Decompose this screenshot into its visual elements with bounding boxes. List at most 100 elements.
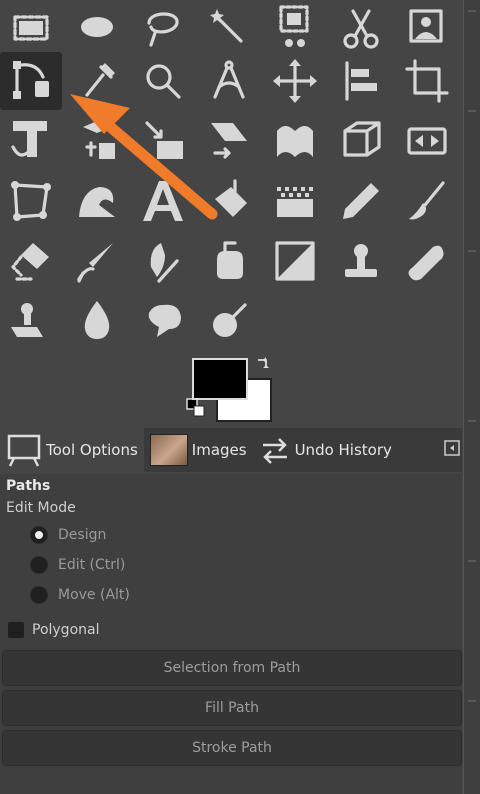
clone-icon [345,244,377,277]
radio-move[interactable]: Move (Alt) [30,586,130,604]
dock-side-strip [463,0,480,794]
fuzzy-select-tool[interactable] [198,0,260,58]
warp-transform-tool[interactable] [264,112,326,170]
polygonal-checkbox[interactable]: Polygonal [8,622,99,638]
undo-history-icon [262,438,287,464]
color-picker-tool[interactable] [66,52,128,110]
flip-icon [407,127,447,155]
polygonal-label: Polygonal [32,622,100,638]
mypaint-brush-icon [217,241,243,279]
gradient-tool[interactable] [264,172,326,230]
airbrush-tool[interactable] [66,232,128,290]
perspective-tool[interactable] [330,112,392,170]
scissors-select-tool[interactable] [330,0,392,58]
strip-tick [468,700,476,702]
airbrush-icon [77,243,113,283]
ink-tool[interactable] [132,232,194,290]
image-thumbnail [149,434,188,466]
strip-tick [468,420,476,422]
foreground-select-icon [279,5,309,47]
align-icon [345,61,377,101]
perspective-clone-tool[interactable] [0,292,62,350]
cage-transform-tool[interactable] [0,172,62,230]
dock-menu-icon[interactable] [444,440,460,456]
crop-tool[interactable] [396,52,458,110]
lasso-select-tool[interactable] [132,0,194,58]
fg-bg-color-widget [186,354,280,422]
measure-tool[interactable] [198,52,260,110]
tab-images-label: Images [191,441,247,459]
bucket-fill-tool[interactable] [198,172,260,230]
rectangle-select-icon [13,15,49,41]
tool-options-panel: Paths Edit Mode Design Edit (Ctrl) Move … [0,474,462,794]
scale-icon [145,121,183,159]
radio-dot [30,556,48,574]
tab-undo-history[interactable]: Undo History [253,428,398,472]
unified-transform-tool[interactable] [0,112,62,170]
scale-tool[interactable] [132,112,194,170]
radio-dot [30,586,48,604]
shear-icon [211,123,247,159]
eraser-icon [11,243,49,281]
crop-icon [405,59,449,103]
blur-sharpen-icon [84,301,110,339]
perspective-clone-icon [11,303,43,337]
stroke-path-button[interactable]: Stroke Path [2,730,462,766]
shear-tool[interactable] [198,112,260,170]
rectangle-select-tool[interactable] [0,0,62,58]
checkbox-box [8,622,24,638]
zoom-tool[interactable] [132,52,194,110]
paintbrush-tool[interactable] [396,172,458,230]
smudge-tool[interactable] [132,292,194,350]
intelligent-scissors-tool[interactable] [396,0,458,58]
foreground-select-tool[interactable] [264,0,326,58]
radio-design[interactable]: Design [30,526,106,544]
panel-title: Paths [6,478,51,494]
measure-icon [213,60,245,99]
heal-perspective-tool[interactable] [264,232,326,290]
text-tool[interactable] [132,172,194,230]
bucket-fill-icon [215,179,247,217]
ellipse-select-tool[interactable] [66,0,128,58]
scissors-select-icon [343,9,379,49]
strip-tick [468,560,476,562]
dock-tab-bar: Tool Options Images Undo History [0,428,462,472]
move-tool[interactable] [264,52,326,110]
default-colors-icon[interactable] [186,398,206,418]
strip-tick [468,110,476,112]
text-transform-tool[interactable] [66,112,128,170]
clone-tool[interactable] [330,232,392,290]
ellipse-select-icon [81,17,113,37]
tab-undo-history-label: Undo History [294,441,392,459]
tab-images[interactable]: Images [144,428,253,472]
blur-sharpen-tool[interactable] [66,292,128,350]
paths-tool[interactable] [0,52,62,110]
selection-from-path-button[interactable]: Selection from Path [2,650,462,686]
move-icon [273,59,317,103]
swap-colors-icon[interactable] [256,356,270,370]
heal-icon [408,245,444,281]
mypaint-brush-tool[interactable] [198,232,260,290]
heal-tool[interactable] [396,232,458,290]
align-tool[interactable] [330,52,392,110]
paintbrush-icon [409,181,445,220]
eraser-tool[interactable] [0,232,62,290]
text-tool-icon [143,181,183,221]
intelligent-scissors-icon [409,9,443,43]
smudge-wave-tool[interactable] [66,172,128,230]
perspective-icon [343,121,381,157]
dodge-burn-tool[interactable] [198,292,260,350]
strip-tick [468,10,476,12]
ink-icon [150,243,179,283]
text-transform-icon [83,121,115,159]
foreground-color-swatch[interactable] [192,358,248,400]
radio-edit[interactable]: Edit (Ctrl) [30,556,125,574]
tab-tool-options[interactable]: Tool Options [0,428,144,472]
unified-transform-icon [11,121,47,157]
pencil-tool[interactable] [330,172,392,230]
dodge-burn-icon [213,303,247,337]
warp-transform-icon [277,126,313,157]
tab-tool-options-label: Tool Options [46,441,138,459]
flip-tool[interactable] [396,112,458,170]
fill-path-button[interactable]: Fill Path [2,690,462,726]
